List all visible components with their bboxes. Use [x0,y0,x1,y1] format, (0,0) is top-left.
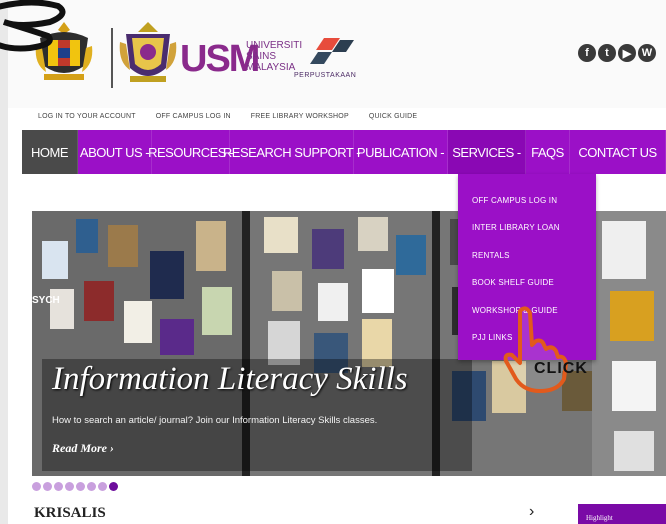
login-account-link[interactable]: LOG IN TO YOUR ACCOUNT [38,113,136,127]
usm-crest-logo [119,22,177,82]
twitter-icon[interactable]: t [598,44,616,62]
facebook-icon[interactable]: f [578,44,596,62]
slider-dot[interactable] [32,482,41,491]
nav-publication[interactable]: PUBLICATION - [354,130,448,174]
menu-rentals[interactable]: RENTALS [472,251,510,260]
youtube-icon[interactable]: ▶ [618,44,636,62]
university-name: UNIVERSITI SAINS MALAYSIA [246,40,303,73]
quick-guide-link[interactable]: QUICK GUIDE [369,113,417,127]
click-annotation: CLICK [534,360,588,377]
nav-research-support[interactable]: RESEARCH SUPPORT - [223,130,361,174]
nav-faqs[interactable]: FAQS [526,130,570,174]
slider-dot[interactable] [76,482,85,491]
slide-description: How to search an article/ journal? Join … [52,415,378,426]
nav-resources[interactable]: RESOURCES - [148,130,233,174]
slider-dot[interactable] [87,482,96,491]
slider-dot[interactable] [98,482,107,491]
slide-title: Information Literacy Skills [52,361,408,397]
site-header: USM UNIVERSITI SAINS MALAYSIA PERPUSTAKA… [8,0,666,108]
social-links: f t ▶ W [578,44,656,62]
slider-dot[interactable] [54,482,63,491]
main-nav: HOME ABOUT US - RESOURCES - RESEARCH SUP… [22,130,666,174]
slider-dot[interactable] [43,482,52,491]
chevron-right-icon[interactable]: › [529,503,534,521]
pointing-hand-cursor-icon [503,306,568,393]
highlight-label: Highlight [586,514,613,522]
library-flag-logo [310,38,354,64]
slider-dots [32,482,118,491]
nav-contact-us[interactable]: CONTACT US [570,130,666,174]
menu-off-campus-login[interactable]: OFF CAMPUS LOG IN [472,196,557,205]
read-more-link[interactable]: Read More › [52,441,114,456]
top-links: LOG IN TO YOUR ACCOUNT OFF CAMPUS LOG IN… [8,113,666,127]
highlight-panel: Highlight [578,504,666,524]
swirl-annotation-icon [0,0,66,52]
nav-services[interactable]: SERVICES - [448,130,526,174]
nav-home[interactable]: HOME [22,130,78,174]
section-title: KRISALIS [34,505,106,521]
web-page: USM UNIVERSITI SAINS MALAYSIA PERPUSTAKA… [8,0,666,524]
slider-dot[interactable] [65,482,74,491]
off-campus-login-link[interactable]: OFF CAMPUS LOG IN [156,113,231,127]
library-label: PERPUSTAKAAN [294,72,357,79]
wordpress-icon[interactable]: W [638,44,656,62]
logo-divider [111,28,113,88]
slider-dot[interactable] [109,482,118,491]
nav-about-us[interactable]: ABOUT US - [78,130,152,174]
free-workshop-link[interactable]: FREE LIBRARY WORKSHOP [251,113,349,127]
menu-inter-library-loan[interactable]: INTER LIBRARY LOAN [472,223,560,232]
menu-book-shelf-guide[interactable]: BOOK SHELF GUIDE [472,278,554,287]
book-cover-text: SYCH [32,295,60,306]
